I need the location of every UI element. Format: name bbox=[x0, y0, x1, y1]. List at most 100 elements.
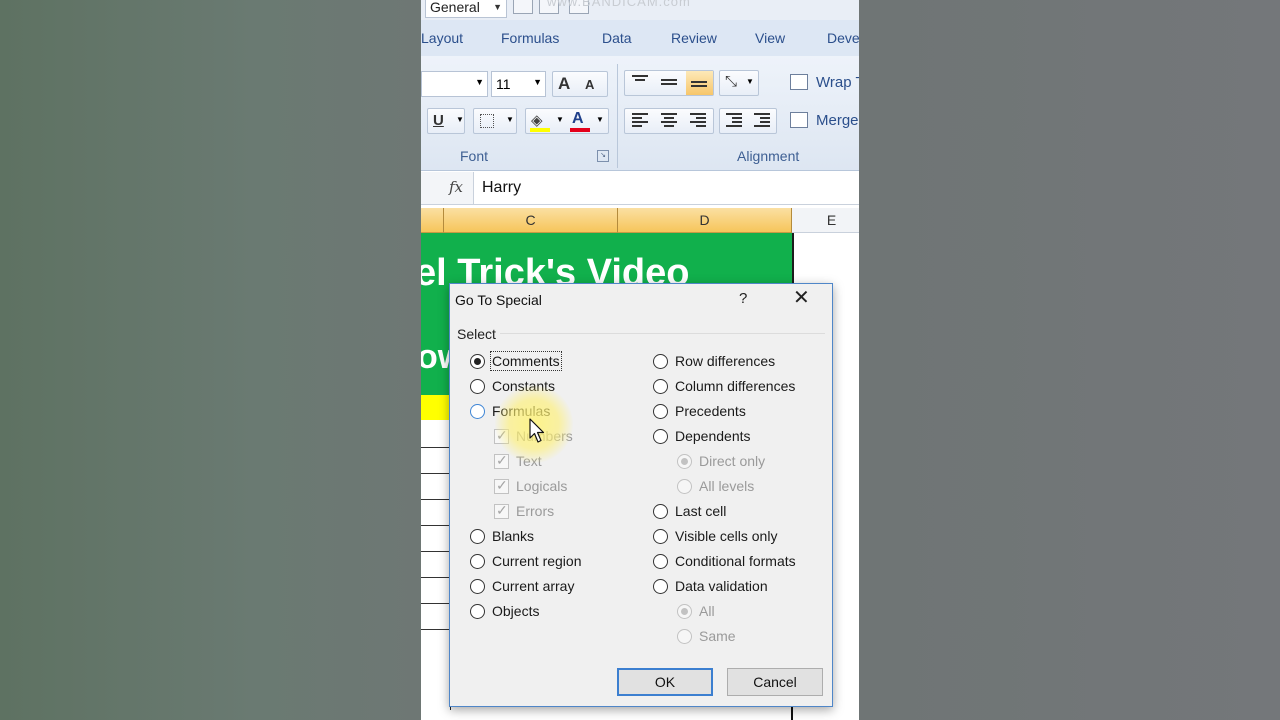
option-label: Blanks bbox=[492, 528, 535, 544]
alignment-group-label: Alignment bbox=[737, 148, 800, 164]
radio-button[interactable] bbox=[470, 554, 485, 569]
number-format-dropdown[interactable]: General ▼ bbox=[425, 0, 507, 18]
radio-button[interactable] bbox=[653, 529, 668, 544]
tab-formulas[interactable]: Formulas bbox=[501, 30, 559, 46]
checkbox[interactable] bbox=[494, 427, 509, 444]
chevron-down-icon: ▼ bbox=[475, 77, 484, 87]
indent-buttons bbox=[719, 108, 777, 134]
row-line bbox=[421, 499, 450, 500]
orientation-button[interactable]: ⤡ ▼ bbox=[719, 70, 759, 96]
column-header-d[interactable]: D bbox=[618, 208, 792, 233]
row-line bbox=[421, 629, 450, 630]
align-left-icon[interactable] bbox=[632, 113, 648, 129]
formula-input[interactable]: Harry bbox=[482, 179, 521, 197]
help-button[interactable]: ? bbox=[739, 290, 747, 307]
radio-button[interactable] bbox=[677, 479, 692, 494]
merge-icon bbox=[790, 112, 808, 128]
radio-button[interactable] bbox=[653, 429, 668, 444]
radio-button[interactable] bbox=[677, 604, 692, 619]
data-cells[interactable] bbox=[421, 420, 451, 710]
option-label: Same bbox=[699, 628, 736, 644]
font-size-box[interactable]: 11 ▼ bbox=[491, 71, 546, 97]
merge-label: Merge bbox=[816, 112, 859, 129]
shrink-font-button[interactable]: A bbox=[585, 77, 594, 92]
tab-data[interactable]: Data bbox=[602, 30, 632, 46]
chevron-down-icon: ▼ bbox=[493, 2, 502, 12]
number-format-value: General bbox=[430, 0, 480, 15]
align-bottom-icon bbox=[691, 81, 707, 89]
checkbox[interactable] bbox=[494, 502, 509, 519]
underline-button[interactable]: U ▼ bbox=[427, 108, 465, 134]
ribbon-tabs: Layout Formulas Data Review View Deve bbox=[421, 20, 859, 56]
checkbox[interactable] bbox=[494, 477, 509, 494]
group-divider bbox=[617, 64, 618, 168]
fx-area: fx bbox=[421, 172, 474, 204]
radio-button[interactable] bbox=[653, 379, 668, 394]
fill-color-icon[interactable]: ◈ bbox=[531, 111, 543, 129]
option-label: Column differences bbox=[675, 378, 796, 394]
radio-button[interactable] bbox=[653, 579, 668, 594]
ok-button[interactable]: OK bbox=[617, 668, 713, 696]
font-size-buttons: A A bbox=[552, 71, 608, 97]
font-color-swatch bbox=[570, 128, 590, 132]
radio-button[interactable] bbox=[470, 579, 485, 594]
vertical-align-buttons bbox=[624, 70, 714, 96]
column-header-b[interactable] bbox=[421, 208, 444, 233]
ribbon: ▼ 11 ▼ A A U ▼ ▼ ◈ ▼ A ▼ Font ↘ ⤡ ▼ Wrap… bbox=[421, 56, 859, 171]
tab-review[interactable]: Review bbox=[671, 30, 717, 46]
align-center-icon[interactable] bbox=[661, 113, 677, 129]
column-header-c[interactable]: C bbox=[444, 208, 618, 233]
option-label: Conditional formats bbox=[675, 553, 796, 569]
increase-indent-icon[interactable] bbox=[754, 113, 770, 129]
underline-icon: U bbox=[433, 112, 444, 129]
tab-developer[interactable]: Deve bbox=[827, 30, 859, 46]
tab-page-layout[interactable]: Layout bbox=[421, 30, 463, 46]
dialog-title: Go To Special bbox=[455, 292, 542, 308]
option-label: Objects bbox=[492, 603, 540, 619]
align-middle-icon[interactable] bbox=[661, 79, 677, 87]
formula-bar: fx Harry bbox=[421, 172, 859, 205]
font-size-value: 11 bbox=[496, 76, 511, 92]
align-right-icon[interactable] bbox=[690, 113, 706, 129]
dialog-launcher-icon[interactable]: ↘ bbox=[597, 150, 609, 162]
option-label: Text bbox=[516, 453, 542, 469]
fill-color-swatch bbox=[530, 128, 550, 132]
align-top-icon[interactable] bbox=[632, 75, 648, 83]
font-color-icon[interactable]: A bbox=[572, 110, 584, 128]
radio-button[interactable] bbox=[470, 404, 485, 419]
radio-button[interactable] bbox=[653, 404, 668, 419]
option-label: Data validation bbox=[675, 578, 768, 594]
radio-button[interactable] bbox=[470, 529, 485, 544]
decrease-indent-icon[interactable] bbox=[726, 113, 742, 129]
column-header-e[interactable]: E bbox=[792, 208, 859, 233]
checkbox[interactable] bbox=[494, 452, 509, 469]
grow-font-button[interactable]: A bbox=[558, 74, 570, 94]
radio-button[interactable] bbox=[653, 504, 668, 519]
close-icon[interactable]: ✕ bbox=[793, 288, 810, 308]
radio-button[interactable] bbox=[653, 554, 668, 569]
font-name-box[interactable]: ▼ bbox=[421, 71, 488, 97]
option-label: All levels bbox=[699, 478, 755, 494]
radio-button[interactable] bbox=[677, 454, 692, 469]
row-line bbox=[421, 525, 450, 526]
format-icon[interactable] bbox=[513, 0, 533, 14]
radio-button[interactable] bbox=[470, 379, 485, 394]
option-label: Visible cells only bbox=[675, 528, 778, 544]
row-line bbox=[421, 473, 450, 474]
recorder-watermark: www.BANDICAM.com bbox=[547, 0, 691, 9]
header-cell[interactable] bbox=[421, 395, 451, 420]
option-label: Formulas bbox=[492, 403, 551, 419]
radio-button[interactable] bbox=[677, 629, 692, 644]
insert-function-icon[interactable]: fx bbox=[449, 178, 463, 196]
option-label: Logicals bbox=[516, 478, 568, 494]
option-label: Row differences bbox=[675, 353, 776, 369]
radio-button[interactable] bbox=[470, 354, 485, 369]
radio-button[interactable] bbox=[653, 354, 668, 369]
horizontal-align-buttons bbox=[624, 108, 714, 134]
cancel-button[interactable]: Cancel bbox=[727, 668, 823, 696]
option-label: Comments bbox=[490, 351, 562, 371]
borders-button[interactable]: ▼ bbox=[473, 108, 517, 134]
radio-button[interactable] bbox=[470, 604, 485, 619]
tab-view[interactable]: View bbox=[755, 30, 785, 46]
option-label: Constants bbox=[492, 378, 556, 394]
